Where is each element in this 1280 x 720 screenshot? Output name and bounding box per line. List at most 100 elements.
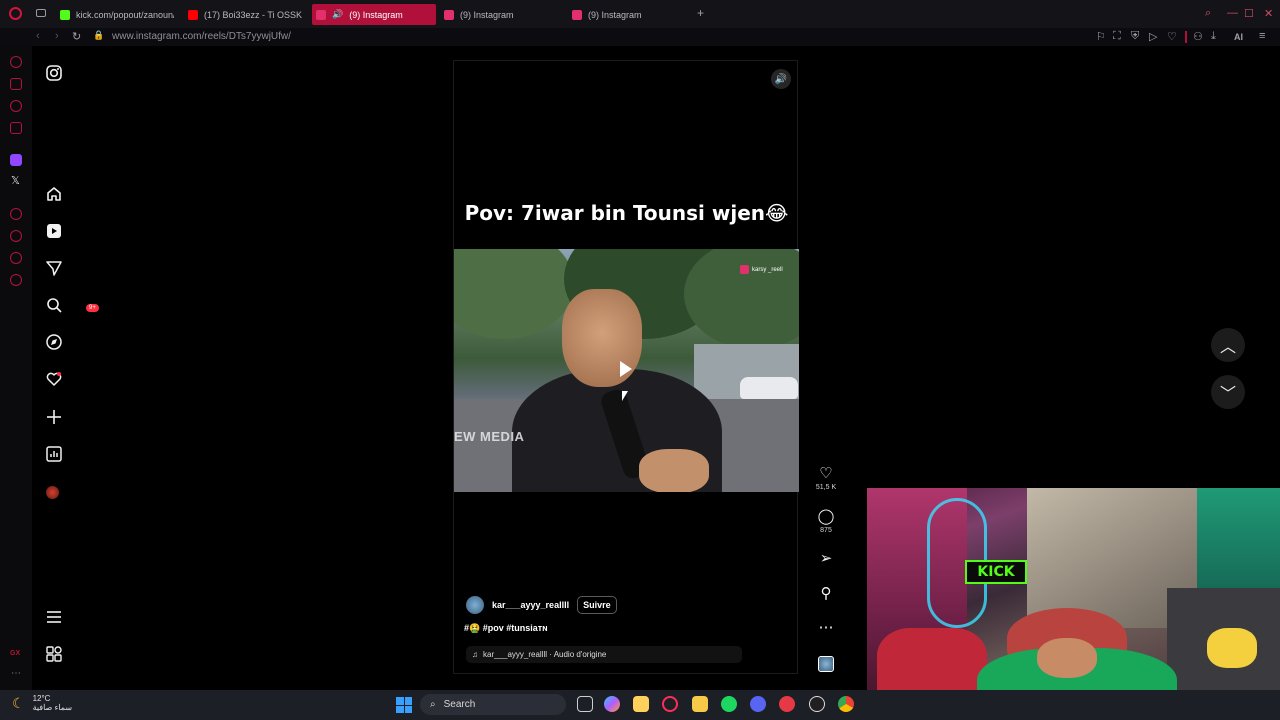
bag-icon[interactable] xyxy=(10,78,22,90)
instagram-icon xyxy=(444,9,454,20)
messenger-icon[interactable] xyxy=(10,100,22,112)
also-from-meta-icon[interactable] xyxy=(46,646,62,662)
chevron-up-icon: ︿ xyxy=(1219,339,1236,356)
reel-video[interactable]: EW MEDIA karsy _reell xyxy=(454,249,799,492)
more-menu-icon[interactable] xyxy=(46,609,62,625)
instagram-sidebar-icon[interactable] xyxy=(10,122,22,134)
home-icon[interactable] xyxy=(46,186,62,202)
kick-icon xyxy=(60,9,70,20)
moon-icon: ☾ xyxy=(12,694,25,711)
file-explorer-icon[interactable] xyxy=(692,696,708,712)
opera-gx-icon[interactable] xyxy=(662,696,678,712)
audio-thumbnail[interactable] xyxy=(808,656,844,677)
explore-icon[interactable] xyxy=(46,334,62,350)
back-icon[interactable]: ‹ xyxy=(36,30,40,42)
weather-widget[interactable]: ☾ 12°C سماء صافية xyxy=(12,694,72,712)
taskbar-search-label: Search xyxy=(443,699,476,710)
x-icon[interactable]: 𝕏 xyxy=(11,174,20,187)
player-sidebar-icon[interactable] xyxy=(10,208,22,220)
instagram-logo-icon[interactable] xyxy=(46,65,62,81)
snapshot-icon[interactable]: ⛶ xyxy=(1113,30,1121,43)
mouse-cursor-icon xyxy=(622,391,628,401)
instagram-nav: 9+ xyxy=(32,46,99,690)
play-icon[interactable] xyxy=(620,361,632,377)
bookmark-icon: ⚲ xyxy=(820,585,832,602)
tab-instagram[interactable]: (9) Instagram xyxy=(568,4,692,25)
speaker-icon: 🔊 xyxy=(332,9,344,19)
settings-icon[interactable] xyxy=(10,274,22,286)
profile-avatar[interactable] xyxy=(46,486,59,499)
video-watermark: EW MEDIA xyxy=(454,429,525,444)
windows-start-icon[interactable] xyxy=(396,697,412,713)
speed-dial-icon[interactable] xyxy=(10,56,22,68)
like-button[interactable]: ♡ 51,5 K xyxy=(808,465,844,492)
reel-player[interactable]: 🔊 Pov: 7iwar bin Tounsi wjen😂 EW MEDIA k… xyxy=(453,60,799,674)
create-icon[interactable] xyxy=(46,409,62,425)
chat-icon[interactable] xyxy=(10,252,22,264)
previous-reel-button[interactable]: ︿ xyxy=(1211,328,1245,362)
download-icon[interactable]: ⤓ xyxy=(1211,30,1216,43)
reload-icon[interactable]: ↻ xyxy=(72,30,81,43)
search-icon: ⌕ xyxy=(430,699,436,710)
profile-icon[interactable]: ⚇ xyxy=(1193,30,1203,43)
gx-icon[interactable]: GX xyxy=(10,650,20,657)
instagram-icon xyxy=(572,9,582,20)
dashboard-icon[interactable] xyxy=(46,446,62,462)
more-icon[interactable]: ⋯ xyxy=(11,668,21,679)
app-icon[interactable] xyxy=(809,696,825,712)
task-view-icon[interactable] xyxy=(577,696,593,712)
forward-icon[interactable]: › xyxy=(55,30,59,42)
shield-icon[interactable]: ⛨ xyxy=(1131,30,1139,43)
author-name[interactable]: kar___ayyy_reallll xyxy=(492,600,569,610)
search-icon[interactable]: ⌕ xyxy=(1205,7,1211,20)
discord-icon[interactable] xyxy=(750,696,766,712)
heart-icon: ♡ xyxy=(819,465,833,482)
spotify-icon[interactable] xyxy=(721,696,737,712)
more-options-button[interactable]: ⋯ xyxy=(808,620,844,636)
maximize-icon[interactable]: ☐ xyxy=(1244,7,1254,20)
taskbar-search[interactable]: ⌕ Search xyxy=(420,694,566,715)
chrome-icon[interactable] xyxy=(838,696,854,712)
follow-button[interactable]: Suivre xyxy=(577,596,617,614)
player-icon[interactable]: ▷ xyxy=(1149,30,1157,43)
reels-icon[interactable] xyxy=(46,223,62,239)
aria-ai-button[interactable]: AI xyxy=(1234,32,1243,42)
tab-kick[interactable]: kick.com/popout/zanoun/ xyxy=(56,4,174,25)
new-tab-button[interactable]: + xyxy=(697,6,704,20)
menu-icon[interactable]: ≡ xyxy=(1259,30,1265,42)
notifications-heart-icon[interactable] xyxy=(46,371,62,387)
opera-sidebar: 𝕏 GX ⋯ xyxy=(0,46,32,690)
audio-label: kar___ayyy_reallll · Audio d'origine xyxy=(483,650,607,659)
reel-hashtags[interactable]: #🤮 #pov #tunsiaᴛɴ xyxy=(464,623,548,634)
youtube-icon xyxy=(188,9,198,20)
tab-label: (9) Instagram xyxy=(349,9,403,20)
heart-icon[interactable]: ♡ xyxy=(1167,30,1177,43)
opera-logo-icon[interactable] xyxy=(9,7,22,20)
bookmark-icon[interactable]: ⚐ xyxy=(1096,30,1106,43)
search-icon[interactable] xyxy=(46,297,62,313)
sound-toggle-button[interactable]: 🔊 xyxy=(771,69,791,89)
url-field[interactable]: www.instagram.com/reels/DTs7yywjUfw/ xyxy=(112,31,291,42)
twitch-icon[interactable] xyxy=(10,154,22,166)
author-avatar[interactable] xyxy=(466,596,484,614)
next-reel-button[interactable]: ﹀ xyxy=(1211,375,1245,409)
tab-youtube[interactable]: (17) Boi33ezz - Ti OSSKE xyxy=(184,4,302,25)
tab-instagram-active[interactable]: 🔊 (9) Instagram xyxy=(312,4,436,25)
more-icon: ⋯ xyxy=(818,619,834,636)
comment-button[interactable]: ◯ 875 xyxy=(808,509,844,535)
audio-link[interactable]: ♫ kar___ayyy_reallll · Audio d'origine xyxy=(466,646,742,663)
copilot-icon[interactable] xyxy=(604,696,620,712)
messages-icon[interactable] xyxy=(46,260,62,276)
reel-author: kar___ayyy_reallll Suivre xyxy=(466,596,617,614)
windows-taskbar: ☾ 12°C سماء صافية ⌕ Search xyxy=(0,690,1280,720)
tab-overview-icon[interactable] xyxy=(36,9,46,17)
app-icon[interactable] xyxy=(779,696,795,712)
save-button[interactable]: ⚲ xyxy=(808,586,844,602)
store-icon[interactable] xyxy=(633,696,649,712)
address-bar: ‹ › ↻ 🔒 www.instagram.com/reels/DTs7yywj… xyxy=(0,28,1280,46)
tab-instagram[interactable]: (9) Instagram xyxy=(440,4,564,25)
share-button[interactable]: ➢ xyxy=(808,551,844,567)
history-icon[interactable] xyxy=(10,230,22,242)
close-icon[interactable]: ✕ xyxy=(1264,7,1273,20)
minimize-icon[interactable]: — xyxy=(1227,7,1238,19)
